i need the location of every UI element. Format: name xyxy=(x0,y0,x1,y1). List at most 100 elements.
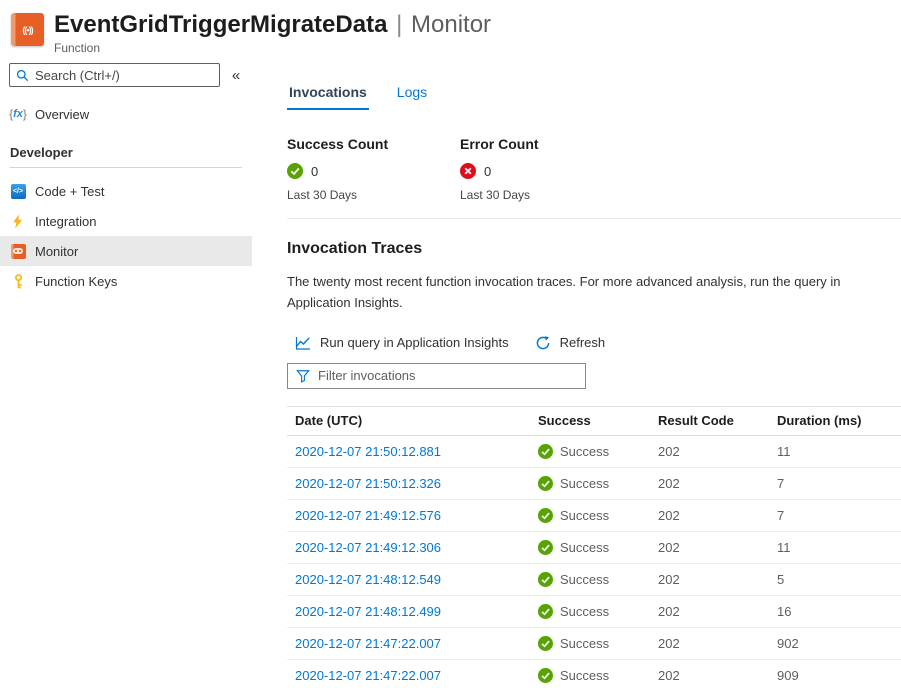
trace-status: Success xyxy=(560,444,609,459)
title-section: Monitor xyxy=(411,11,491,38)
table-row: 2020-12-07 21:50:12.881 Success 202 11 xyxy=(287,436,901,468)
sidebar-item-label: Integration xyxy=(35,214,96,229)
lightning-bolt-icon xyxy=(10,213,26,229)
sidebar-item-label: Overview xyxy=(35,107,89,122)
key-icon xyxy=(10,273,26,289)
metric-value: 0 xyxy=(484,164,491,179)
table-row: 2020-12-07 21:47:22.007 Success 202 909 xyxy=(287,660,901,688)
success-check-icon xyxy=(538,636,553,651)
trace-result-code: 202 xyxy=(650,508,769,523)
invocation-traces-description: The twenty most recent function invocati… xyxy=(287,271,891,314)
trace-date-link[interactable]: 2020-12-07 21:49:12.576 xyxy=(295,508,441,523)
trace-duration: 7 xyxy=(769,508,901,523)
trace-result-code: 202 xyxy=(650,572,769,587)
table-row: 2020-12-07 21:48:12.499 Success 202 16 xyxy=(287,596,901,628)
trace-status: Success xyxy=(560,668,609,683)
table-row: 2020-12-07 21:50:12.326 Success 202 7 xyxy=(287,468,901,500)
resource-type-label: Function xyxy=(54,41,491,55)
trace-duration: 7 xyxy=(769,476,901,491)
trace-result-code: 202 xyxy=(650,636,769,651)
sidebar-item-label: Code + Test xyxy=(35,184,105,199)
trace-duration: 909 xyxy=(769,668,901,683)
filter-invocations-box xyxy=(287,363,586,389)
trace-result-code: 202 xyxy=(650,476,769,491)
fx-overview-icon: {fx} xyxy=(10,106,26,122)
table-row: 2020-12-07 21:49:12.576 Success 202 7 xyxy=(287,500,901,532)
page-title: EventGridTriggerMigrateData | Monitor xyxy=(54,10,491,40)
metric-caption: Last 30 Days xyxy=(287,188,460,202)
search-icon xyxy=(16,69,29,82)
sidebar-item-label: Function Keys xyxy=(35,274,117,289)
tab-logs[interactable]: Logs xyxy=(395,80,429,110)
metric-caption: Last 30 Days xyxy=(460,188,633,202)
trace-date-link[interactable]: 2020-12-07 21:47:22.007 xyxy=(295,636,441,651)
success-check-icon xyxy=(538,540,553,555)
column-header-success: Success xyxy=(530,413,650,428)
trace-duration: 5 xyxy=(769,572,901,587)
metric-title: Success Count xyxy=(287,136,460,152)
trace-result-code: 202 xyxy=(650,604,769,619)
trace-duration: 11 xyxy=(769,444,901,459)
column-header-date: Date (UTC) xyxy=(287,413,530,428)
success-check-icon xyxy=(287,163,303,179)
trace-result-code: 202 xyxy=(650,668,769,683)
invocation-traces-table: Date (UTC) Success Result Code Duration … xyxy=(287,406,901,688)
sidebar-item-function-keys[interactable]: Function Keys xyxy=(0,266,252,296)
trace-duration: 902 xyxy=(769,636,901,651)
line-chart-icon xyxy=(295,335,311,351)
error-count-tile: Error Count 0 Last 30 Days xyxy=(460,136,633,202)
filter-invocations-input[interactable] xyxy=(318,368,577,383)
tab-bar: Invocations Logs xyxy=(287,80,901,110)
sidebar-item-label: Monitor xyxy=(35,244,78,259)
success-check-icon xyxy=(538,444,553,459)
trace-date-link[interactable]: 2020-12-07 21:49:12.306 xyxy=(295,540,441,555)
success-check-icon xyxy=(538,476,553,491)
trace-date-link[interactable]: 2020-12-07 21:50:12.881 xyxy=(295,444,441,459)
trace-status: Success xyxy=(560,604,609,619)
success-count-tile: Success Count 0 Last 30 Days xyxy=(287,136,460,202)
search-input[interactable] xyxy=(35,68,213,83)
page-header: ((•)) EventGridTriggerMigrateData | Moni… xyxy=(0,0,901,55)
run-query-button[interactable]: Run query in Application Insights xyxy=(295,335,509,351)
table-row: 2020-12-07 21:49:12.306 Success 202 11 xyxy=(287,532,901,564)
trace-status: Success xyxy=(560,508,609,523)
refresh-button[interactable]: Refresh xyxy=(535,335,606,351)
invocation-traces-heading: Invocation Traces xyxy=(287,240,901,258)
success-check-icon xyxy=(538,604,553,619)
sidebar-item-integration[interactable]: Integration xyxy=(0,206,252,236)
trace-duration: 16 xyxy=(769,604,901,619)
trace-status: Success xyxy=(560,572,609,587)
trace-result-code: 202 xyxy=(650,540,769,555)
collapse-sidebar-button[interactable]: « xyxy=(220,67,252,84)
table-row: 2020-12-07 21:48:12.549 Success 202 5 xyxy=(287,564,901,596)
sidebar-item-overview[interactable]: {fx} Overview xyxy=(0,99,252,129)
trace-duration: 11 xyxy=(769,540,901,555)
sidebar: « {fx} Overview Developer </> Code + Tes… xyxy=(0,63,252,688)
column-header-duration: Duration (ms) xyxy=(769,413,901,428)
tab-invocations[interactable]: Invocations xyxy=(287,80,369,110)
filter-funnel-icon xyxy=(296,369,310,383)
column-header-result-code: Result Code xyxy=(650,413,769,428)
trace-date-link[interactable]: 2020-12-07 21:48:12.499 xyxy=(295,604,441,619)
trace-status: Success xyxy=(560,636,609,651)
refresh-label: Refresh xyxy=(560,335,606,350)
sidebar-item-code-test[interactable]: </> Code + Test xyxy=(0,176,252,206)
title-separator: | xyxy=(394,11,404,38)
function-app-icon: ((•)) xyxy=(11,13,44,46)
success-check-icon xyxy=(538,572,553,587)
trace-date-link[interactable]: 2020-12-07 21:48:12.549 xyxy=(295,572,441,587)
trace-date-link[interactable]: 2020-12-07 21:50:12.326 xyxy=(295,476,441,491)
sidebar-item-monitor[interactable]: Monitor xyxy=(0,236,252,266)
event-trigger-glyph: ((•)) xyxy=(22,25,32,35)
sidebar-section-developer: Developer xyxy=(0,129,252,167)
error-x-icon xyxy=(460,163,476,179)
trace-date-link[interactable]: 2020-12-07 21:47:22.007 xyxy=(295,668,441,683)
metric-title: Error Count xyxy=(460,136,633,152)
refresh-icon xyxy=(535,335,551,351)
section-divider xyxy=(287,218,901,219)
sidebar-search-box xyxy=(9,63,220,87)
main-content: Invocations Logs Success Count 0 Last 30… xyxy=(252,63,901,688)
sidebar-divider xyxy=(10,167,242,168)
trace-status: Success xyxy=(560,540,609,555)
function-name: EventGridTriggerMigrateData xyxy=(54,11,387,38)
